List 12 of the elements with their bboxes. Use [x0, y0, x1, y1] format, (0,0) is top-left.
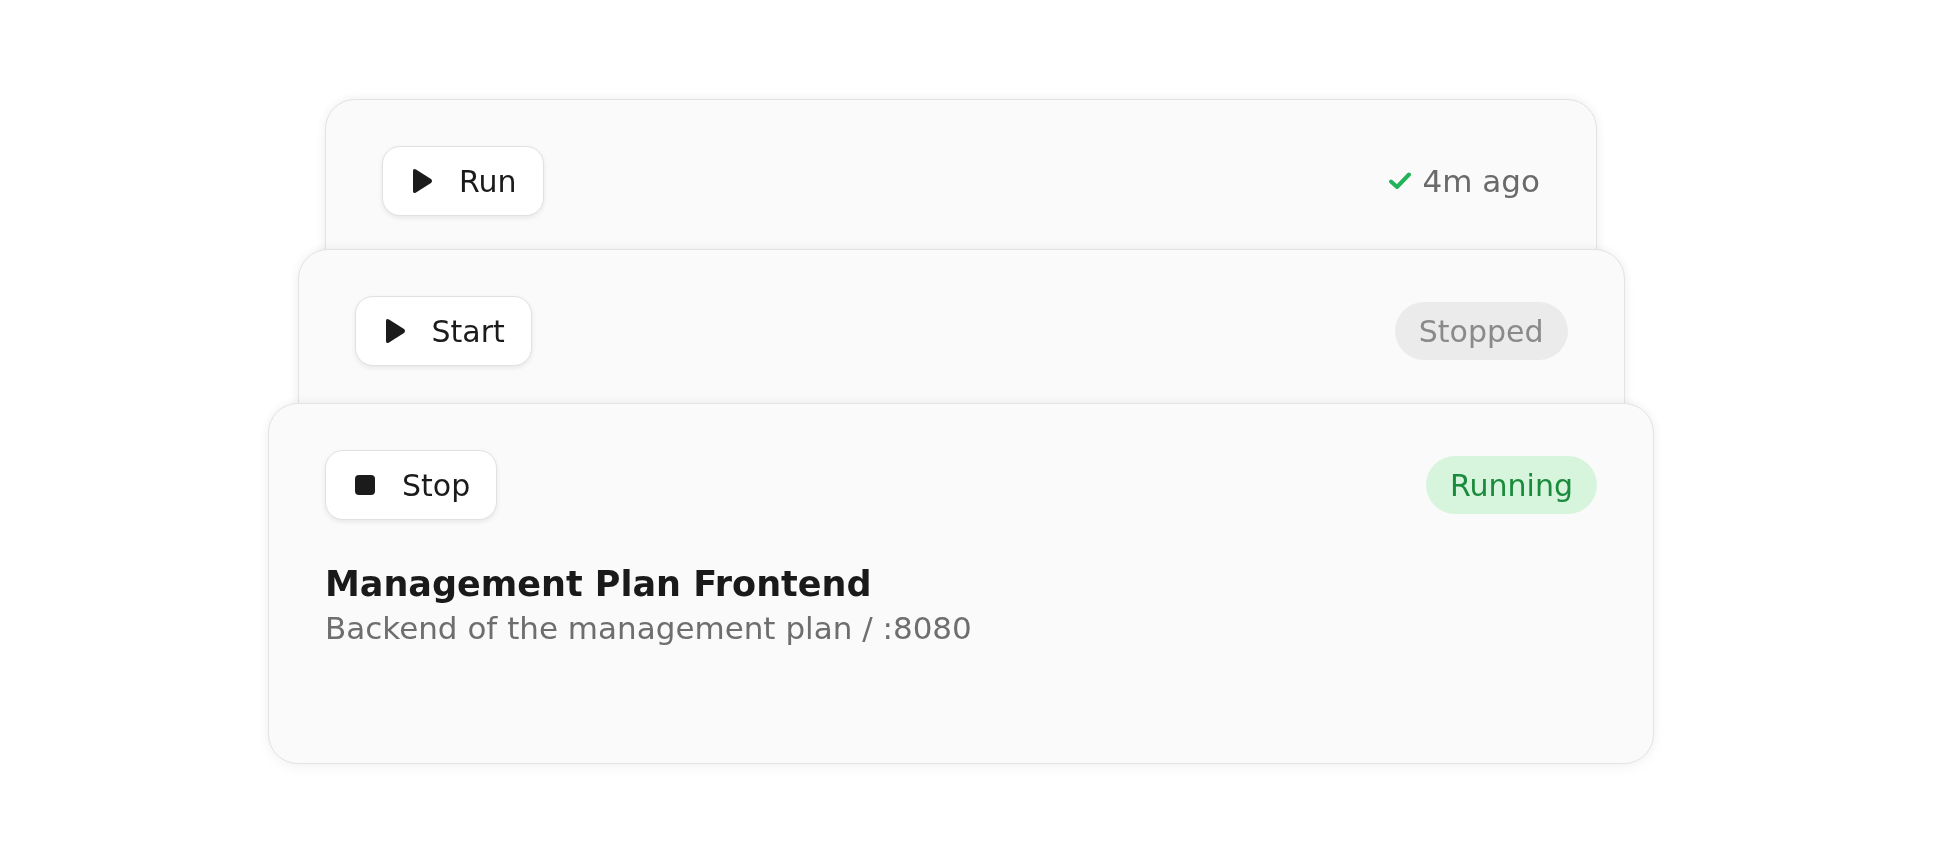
status-badge: Running — [1426, 456, 1597, 514]
stop-button[interactable]: Stop — [325, 450, 498, 520]
last-run-time: 4m ago — [1422, 163, 1540, 199]
play-icon — [383, 318, 406, 344]
status-badge: Stopped — [1394, 302, 1568, 360]
play-button[interactable]: Run — [382, 146, 544, 216]
stop-icon — [354, 474, 376, 496]
service-title: Management Plan Frontend — [325, 564, 873, 604]
play-button[interactable]: Start — [354, 296, 532, 366]
check-icon — [1388, 172, 1411, 190]
service-description: Backend of the management plan / :8080 — [325, 610, 973, 646]
play-icon — [411, 168, 433, 194]
